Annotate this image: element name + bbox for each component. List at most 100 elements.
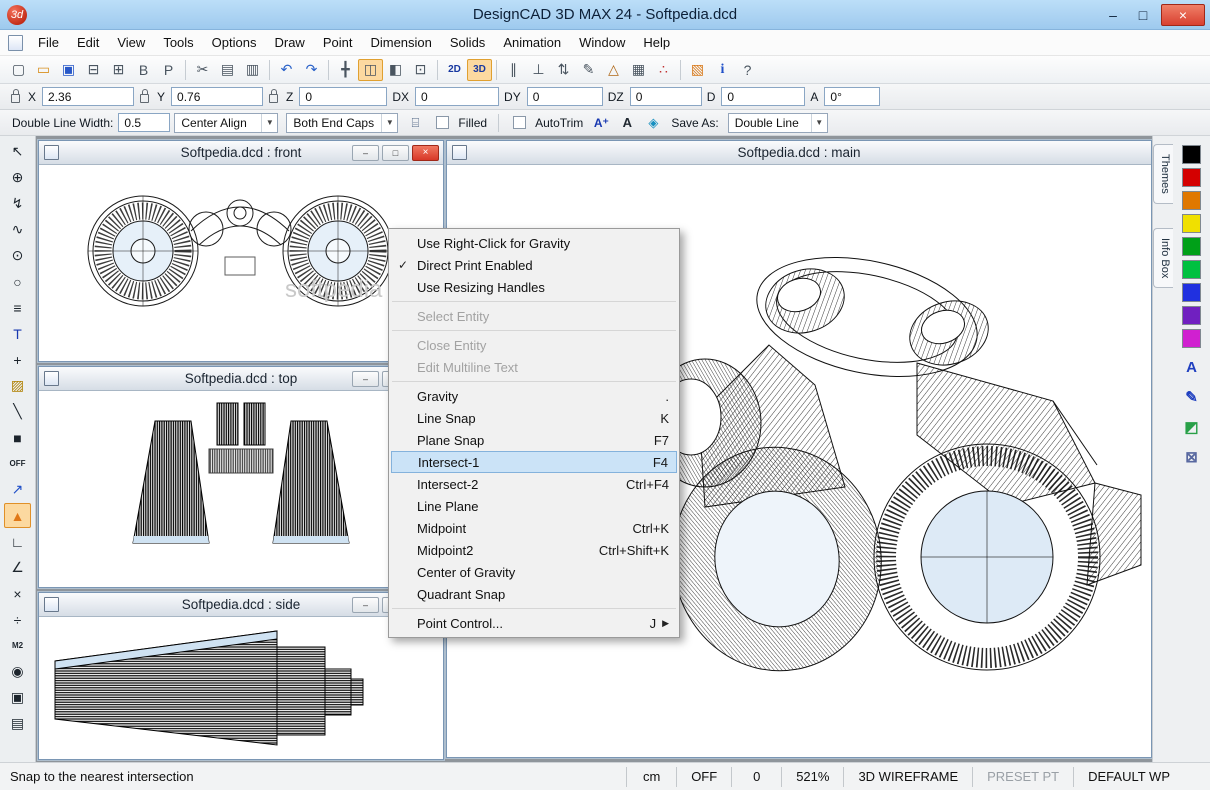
context-menu-item-center-of-gravity[interactable]: Center of Gravity [389,561,679,583]
coord-input-z[interactable]: 0 [299,87,387,106]
undo-icon[interactable]: ↶ [274,59,299,81]
double-line-width-input[interactable]: 0.5 [118,113,170,132]
text-plus-icon[interactable]: A⁺ [590,113,612,133]
circle-tool[interactable]: ⊙ [4,243,31,268]
coord-input-x[interactable]: 2.36 [42,87,134,106]
snap-off-tool[interactable]: OFF [4,451,31,476]
palette-icon[interactable]: ◩ [1181,416,1203,438]
context-menu-item-close-entity[interactable]: Close Entity [389,334,679,356]
coord-input-dz[interactable]: 0 [630,87,702,106]
viewport-cube-icon[interactable]: ⊠ [1181,446,1203,468]
coord-input-y[interactable]: 0.76 [171,87,263,106]
text-a-icon[interactable]: A [1181,356,1203,378]
context-menu-item-line-plane[interactable]: Line Plane [389,495,679,517]
page-setup-p-icon[interactable]: P [156,59,181,81]
open-folder-icon[interactable]: ▭ [31,59,56,81]
offset-tool[interactable]: ≡ [4,295,31,320]
front-view-canvas[interactable]: softpedia [39,165,443,361]
status-cell-0[interactable]: 0 [731,767,781,787]
child-titlebar[interactable]: Softpedia.dcd : top – □ × [39,367,443,391]
minimize-button[interactable]: – [352,597,379,613]
point-tool[interactable]: + [4,347,31,372]
pan-view-icon[interactable]: ╋ [333,59,358,81]
viewports-icon[interactable]: ◫ [358,59,383,81]
context-menu-item-select-entity[interactable]: Select Entity [389,305,679,327]
intersect-snap-tool[interactable]: × [4,581,31,606]
status-cell-cm[interactable]: cm [626,767,676,787]
view-3d-icon[interactable]: 3D [467,59,492,81]
print-preview-icon[interactable]: ⊞ [106,59,131,81]
side-view-canvas[interactable] [39,617,443,759]
child-titlebar[interactable]: Softpedia.dcd : main [447,141,1151,165]
top-view-canvas[interactable] [39,391,443,587]
maximize-button[interactable]: □ [1128,4,1158,26]
menu-item-help[interactable]: Help [634,31,679,54]
line-tool[interactable]: ╲ [4,399,31,424]
child-titlebar[interactable]: Softpedia.dcd : front – □ × [39,141,443,165]
minimize-button[interactable]: – [352,145,379,161]
color-swatch[interactable] [1182,145,1201,164]
align-select[interactable]: Center Align ▼ [174,113,278,133]
midpoint-snap-tool[interactable]: ÷ [4,607,31,632]
gravity-snap-tool[interactable]: ▲ [4,503,31,528]
menu-item-edit[interactable]: Edit [68,31,108,54]
polyline-tool[interactable]: ↯ [4,191,31,216]
ellipse-tool[interactable]: ○ [4,269,31,294]
new-file-icon[interactable]: ▢ [6,59,31,81]
color-swatch[interactable] [1182,260,1201,279]
paste-icon[interactable]: ▥ [240,59,265,81]
menu-item-window[interactable]: Window [570,31,634,54]
monitor-view-icon[interactable]: ⊡ [408,59,433,81]
context-menu-item-midpoint2[interactable]: Midpoint2Ctrl+Shift+K [389,539,679,561]
color-swatch[interactable] [1182,191,1201,210]
coord-input-dx[interactable]: 0 [415,87,499,106]
restore-button[interactable]: □ [382,145,409,161]
menu-item-animation[interactable]: Animation [494,31,570,54]
annotate-icon[interactable]: ✎ [1181,386,1203,408]
context-menu-item-intersect-1[interactable]: Intersect-1F4 [391,451,677,473]
end-caps-select[interactable]: Both End Caps ▼ [286,113,398,133]
status-cell-3d-wireframe[interactable]: 3D WIREFRAME [843,767,972,787]
redo-icon[interactable]: ↷ [299,59,324,81]
context-menu-item-midpoint[interactable]: MidpointCtrl+K [389,517,679,539]
lock-icon[interactable] [11,94,20,103]
context-menu-item-plane-snap[interactable]: Plane SnapF7 [389,429,679,451]
save-icon[interactable]: ▣ [56,59,81,81]
coord-input-dy[interactable]: 0 [527,87,603,106]
context-menu-item-use-resizing-handles[interactable]: Use Resizing Handles [389,276,679,298]
color-swatch[interactable] [1182,168,1201,187]
context-menu-item-quadrant-snap[interactable]: Quadrant Snap [389,583,679,605]
status-cell-off[interactable]: OFF [676,767,731,787]
status-cell-521-[interactable]: 521% [781,767,843,787]
plane-snap-tool[interactable]: ∠ [4,555,31,580]
line-snap-tool[interactable]: ∟ [4,529,31,554]
double-line-mode-icon[interactable]: ⌸ [404,113,426,133]
select-tool[interactable]: ↖ [4,139,31,164]
context-menu-item-line-snap[interactable]: Line SnapK [389,407,679,429]
shade-view-icon[interactable]: ◧ [383,59,408,81]
coord-input-a[interactable]: 0° [824,87,880,106]
grid-pencil-icon[interactable]: ▦ [626,59,651,81]
context-menu-item-intersect-2[interactable]: Intersect-2Ctrl+F4 [389,473,679,495]
status-cell-default-wp[interactable]: DEFAULT WP [1073,767,1184,787]
context-menu-item-use-right-click-for-gravity[interactable]: Use Right-Click for Gravity [389,232,679,254]
parallel-lines-icon[interactable]: ∥ [501,59,526,81]
info-panel-icon[interactable]: ▧ [685,59,710,81]
solid-fill-tool[interactable]: ■ [4,425,31,450]
copy-icon[interactable]: ▤ [215,59,240,81]
close-button[interactable]: × [412,145,439,161]
close-button[interactable]: × [1161,4,1205,26]
layers-tool[interactable]: ▤ [4,711,31,736]
menu-item-solids[interactable]: Solids [441,31,494,54]
snap-arrow-tool[interactable]: ↗ [4,477,31,502]
minimize-button[interactable]: – [352,371,379,387]
view-2d-icon[interactable]: 2D [442,59,467,81]
menu-item-tools[interactable]: Tools [154,31,202,54]
color-swatch[interactable] [1182,283,1201,302]
text-tool[interactable]: T [4,321,31,346]
filled-checkbox[interactable] [436,116,449,129]
color-swatch[interactable] [1182,214,1201,233]
pen-icon[interactable]: ✎ [576,59,601,81]
color-swatch[interactable] [1182,237,1201,256]
context-help-icon[interactable]: ? [735,59,760,81]
